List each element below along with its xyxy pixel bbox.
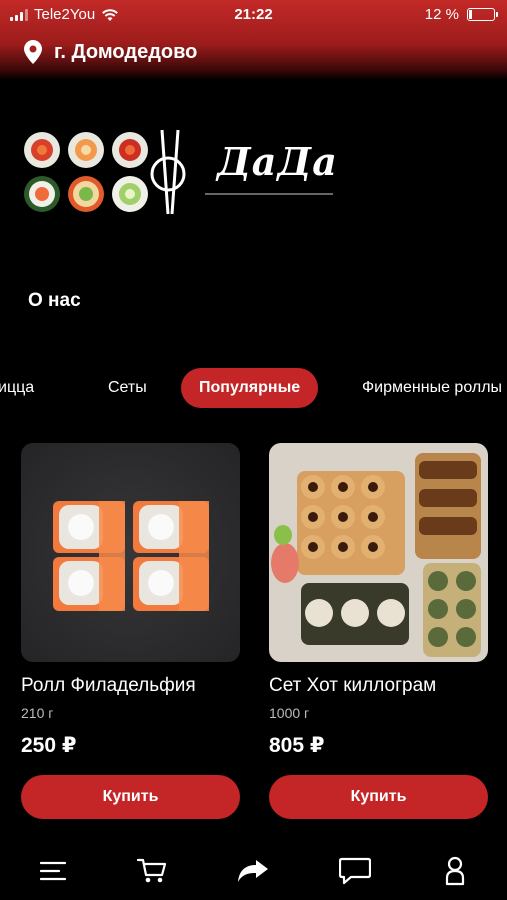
- nav-cart[interactable]: [135, 854, 169, 888]
- menu-icon: [40, 861, 66, 881]
- product-image[interactable]: [269, 443, 488, 662]
- product-price: 805 ₽: [269, 734, 325, 757]
- category-tabs: иццa Сеты Популярные Фирменные роллы: [0, 368, 507, 408]
- chat-icon: [339, 857, 371, 885]
- location-pin-icon: [24, 40, 42, 64]
- brand-name: ДаДа: [217, 139, 338, 184]
- share-icon: [238, 860, 268, 882]
- tab-popular[interactable]: Популярные: [181, 368, 319, 408]
- buy-button[interactable]: Купить: [21, 775, 240, 819]
- nav-profile[interactable]: [438, 854, 472, 888]
- profile-icon: [445, 856, 465, 886]
- battery-percent: 12 %: [424, 6, 459, 23]
- product-image[interactable]: [21, 443, 240, 662]
- product-card[interactable]: Ролл Филадельфия 210 г 250 ₽ Купить: [21, 443, 241, 819]
- product-card[interactable]: Сет Хот киллограм 1000 г 805 ₽ Купить: [269, 443, 489, 819]
- battery-level: [469, 10, 473, 19]
- product-weight: 1000 г: [269, 705, 310, 721]
- tab-sets[interactable]: Сеты: [108, 368, 147, 408]
- product-weight: 210 г: [21, 705, 54, 721]
- status-bar: Tele2You 21:22 12 %: [0, 0, 507, 30]
- product-name: Ролл Филадельфия: [21, 675, 196, 696]
- location-selector[interactable]: г. Домодедово: [24, 40, 197, 64]
- tab-signature-rolls[interactable]: Фирменные роллы: [362, 368, 502, 408]
- cart-icon: [137, 858, 167, 883]
- nav-share[interactable]: [236, 854, 270, 888]
- status-right: 12 %: [424, 6, 498, 23]
- about-link[interactable]: О нас: [28, 290, 81, 312]
- nav-chat[interactable]: [338, 854, 372, 888]
- product-price: 250 ₽: [21, 734, 77, 757]
- buy-button[interactable]: Купить: [269, 775, 488, 819]
- product-name: Сет Хот киллограм: [269, 675, 437, 696]
- bottom-nav: [0, 846, 507, 894]
- city-name: г. Домодедово: [54, 40, 198, 63]
- nav-menu[interactable]: [36, 854, 70, 888]
- tab-pizza[interactable]: иццa: [0, 368, 34, 408]
- battery-icon: [467, 8, 498, 21]
- brand-underline: [205, 193, 333, 195]
